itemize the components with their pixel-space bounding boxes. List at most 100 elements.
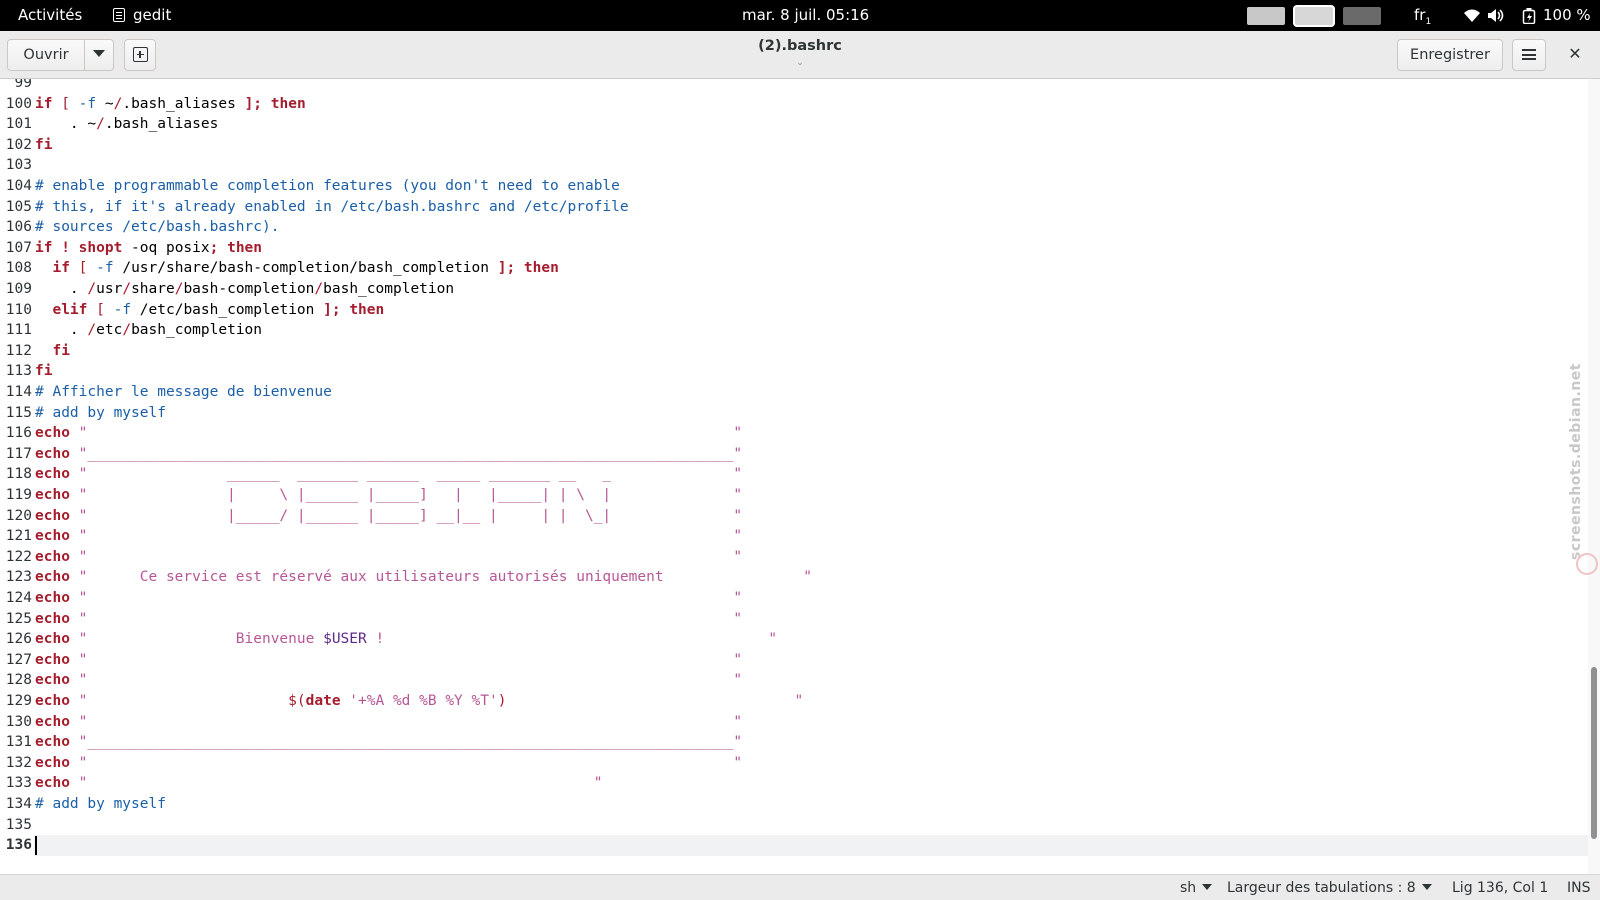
- workspace-1[interactable]: [1247, 7, 1285, 25]
- code-token: /: [314, 281, 324, 297]
- line-number: 120: [5, 507, 32, 524]
- code-line: # sources /etc/bash.bashrc).: [35, 217, 279, 238]
- code-token: " ": [69, 548, 743, 565]
- gedit-app-icon: [113, 8, 125, 22]
- code-token: # add by myself: [35, 404, 166, 421]
- code-line: echo " |_____/ |______ |_____] __|__ | |…: [35, 506, 742, 527]
- line-number: 124: [5, 590, 32, 606]
- line-number: 130: [5, 713, 32, 730]
- new-tab-icon: [132, 47, 148, 62]
- app-menu[interactable]: gedit: [113, 0, 171, 31]
- header-bar: Ouvrir (2).bashrc ⌄ Enregistrer ✕: [0, 31, 1600, 79]
- line-number: 111: [5, 322, 32, 339]
- line-number: 99: [14, 79, 32, 91]
- code-token: usr: [96, 281, 123, 297]
- open-menu-button[interactable]: [84, 39, 114, 71]
- code-line: # add by myself: [35, 403, 166, 424]
- code-token: if: [52, 260, 70, 277]
- code-token: " ": [69, 651, 743, 668]
- code-line: echo " $(date '+%A %d %B %Y %T') ": [35, 691, 803, 712]
- code-token: bash_completion: [131, 322, 263, 339]
- code-token: # Afficher le message de bienvenue: [35, 384, 332, 400]
- line-number: 118: [5, 466, 32, 483]
- code-token: echo: [35, 754, 70, 771]
- top-bar: Activités gedit mar. 8 juil. 05:16 fr1 1…: [0, 0, 1600, 31]
- code-token: echo: [35, 548, 70, 565]
- wifi-icon[interactable]: [1463, 8, 1481, 23]
- line-number: 105: [5, 198, 32, 215]
- code-line: echo " | \ |______ |_____] | |_____| | \…: [35, 485, 742, 506]
- code-line: # Afficher le message de bienvenue: [35, 382, 332, 403]
- line-number: 113: [5, 363, 32, 380]
- line-number: 103: [5, 157, 32, 174]
- code-line: if [ -f ~/.bash_aliases ]; then: [35, 94, 306, 115]
- chevron-down-icon: [93, 50, 105, 57]
- vertical-scrollbar[interactable]: [1588, 79, 1600, 874]
- code-token: ! ": [366, 631, 778, 648]
- code-token: /: [122, 281, 132, 297]
- code-token: echo: [35, 610, 70, 627]
- line-number: 107: [5, 239, 32, 256]
- code-token: echo: [35, 693, 70, 709]
- open-button[interactable]: Ouvrir: [7, 39, 85, 71]
- line-number: 112: [5, 342, 32, 359]
- battery-percentage[interactable]: 100 %: [1543, 0, 1591, 31]
- main-menu-button[interactable]: [1512, 39, 1546, 71]
- document-title[interactable]: (2).bashrc: [650, 38, 950, 54]
- code-token: -f: [96, 260, 114, 277]
- save-button[interactable]: Enregistrer: [1397, 39, 1503, 71]
- status-bar: sh Largeur des tabulations : 8 Lig 136, …: [0, 874, 1600, 900]
- code-token: # this, if it's already enabled in /etc/…: [35, 198, 629, 215]
- battery-icon[interactable]: [1522, 8, 1536, 24]
- code-line: # enable programmable completion feature…: [35, 176, 620, 197]
- close-button[interactable]: ✕: [1561, 39, 1589, 71]
- code-token: ": [506, 693, 804, 709]
- debian-logo-icon: [1576, 553, 1598, 575]
- code-token: echo: [35, 713, 70, 730]
- line-number: 114: [5, 384, 32, 400]
- workspace-3[interactable]: [1343, 7, 1381, 25]
- code-token: echo: [35, 631, 70, 648]
- scrollbar-thumb[interactable]: [1591, 667, 1597, 840]
- code-token: [: [52, 95, 79, 112]
- code-token: echo: [35, 590, 70, 606]
- code-token: " ": [69, 610, 743, 627]
- line-number: 108: [5, 260, 32, 277]
- code-token: /usr/share/bash-completion/bash_completi…: [113, 260, 498, 277]
- code-token: bash_completion: [323, 281, 455, 297]
- code-token: echo: [35, 734, 70, 751]
- clock[interactable]: mar. 8 juil. 05:16: [742, 0, 869, 31]
- code-line: if ! shopt -oq posix; then: [35, 238, 262, 259]
- activities-button[interactable]: Activités: [18, 0, 82, 31]
- line-number: 101: [5, 116, 32, 133]
- keyboard-layout-index: 1: [1425, 17, 1432, 27]
- current-line-highlight: [34, 835, 1588, 857]
- line-number: 135: [5, 816, 32, 833]
- new-tab-button[interactable]: [124, 39, 156, 71]
- line-number: 102: [5, 136, 32, 153]
- line-number: 134: [5, 796, 32, 812]
- title-menu-chevron-icon[interactable]: ⌄: [790, 58, 810, 68]
- tab-width-selector[interactable]: Largeur des tabulations : 8: [1227, 875, 1432, 900]
- text-editor[interactable]: 99 100 if [ -f ~/.bash_aliases ]; then 101 …: [0, 79, 1588, 874]
- code-token: " ": [69, 590, 743, 606]
- code-line: echo " ": [35, 712, 742, 733]
- code-token: " ": [69, 713, 743, 730]
- code-line: echo " ": [35, 650, 742, 671]
- keyboard-layout-indicator[interactable]: fr1: [1414, 0, 1431, 31]
- code-token: /: [96, 116, 105, 133]
- code-line: echo " ": [35, 423, 742, 444]
- code-line: if [ -f /usr/share/bash-completion/bash_…: [35, 258, 558, 279]
- code-token: .bash_aliases: [104, 116, 219, 133]
- line-number: 125: [5, 610, 32, 627]
- cursor-position[interactable]: Lig 136, Col 1: [1452, 875, 1548, 900]
- code-token: $USER: [323, 631, 367, 648]
- code-token: " ": [69, 754, 743, 771]
- volume-icon[interactable]: [1487, 8, 1505, 23]
- code-token: shopt: [78, 239, 123, 256]
- chevron-down-icon: [1202, 884, 1213, 890]
- code-token: /etc/bash_completion: [131, 301, 324, 318]
- language-selector[interactable]: sh: [1180, 875, 1213, 900]
- workspace-2[interactable]: [1295, 7, 1333, 25]
